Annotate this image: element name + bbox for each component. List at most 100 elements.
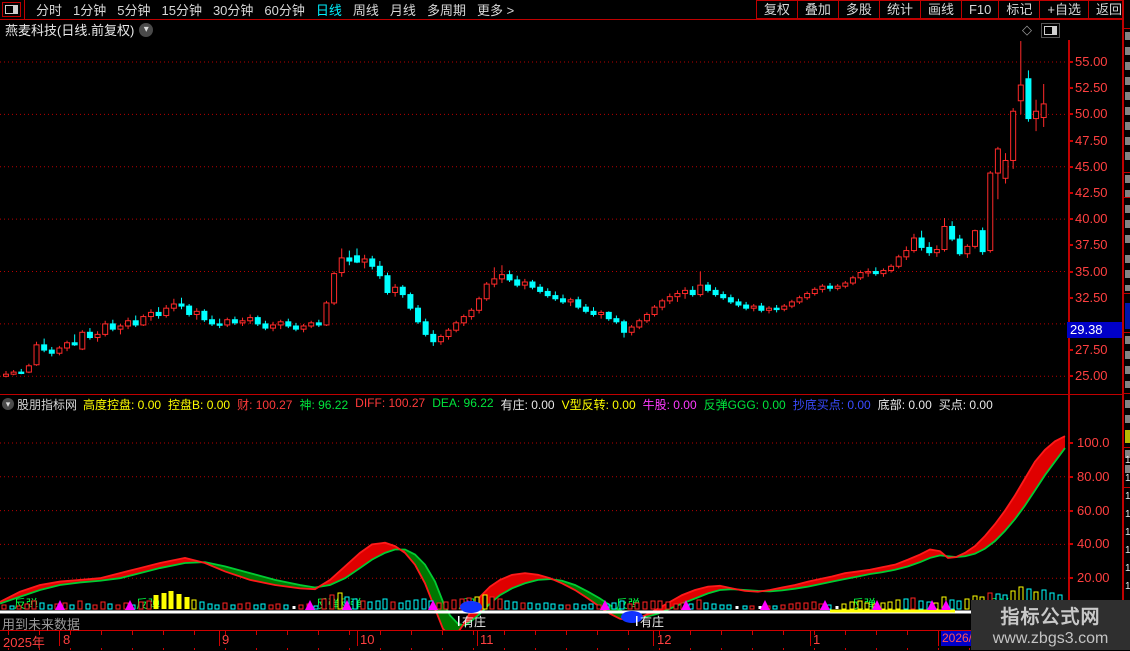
panel-divider bbox=[0, 394, 1122, 395]
chevron-down-icon[interactable]: ▾ bbox=[139, 22, 154, 37]
minor-tick bbox=[907, 631, 908, 635]
price-axis-label: 45.00 bbox=[1075, 158, 1108, 174]
indicator-value: V型反转: 0.00 bbox=[561, 397, 636, 412]
price-axis-label: 35.00 bbox=[1075, 263, 1108, 279]
title-bar: 燕麦科技(日线.前复权) ▾ ◇ bbox=[0, 19, 1122, 40]
time-axis[interactable]: 2025年 8 9 10 11 12 1 2026/ bbox=[0, 630, 1122, 650]
candlestick-chart[interactable] bbox=[0, 40, 1122, 395]
toolbar-button[interactable]: 复权 bbox=[755, 0, 798, 19]
toolbar-button[interactable]: 多股 bbox=[837, 0, 880, 19]
divider bbox=[1124, 293, 1130, 294]
month-tick bbox=[810, 631, 811, 646]
period-item[interactable]: 60分钟 bbox=[264, 0, 304, 19]
minor-tick bbox=[752, 631, 753, 635]
toolbar-button[interactable]: +自选 bbox=[1039, 0, 1089, 19]
period-item[interactable]: 周线 bbox=[353, 0, 379, 19]
divider bbox=[1124, 197, 1130, 198]
split-view-icon[interactable] bbox=[1041, 22, 1060, 38]
chevron-down-icon[interactable]: ▾ bbox=[2, 398, 14, 410]
divider bbox=[1124, 28, 1130, 29]
indicator-axis-label: 80.00 bbox=[1077, 468, 1110, 484]
row-number: 1 bbox=[1125, 545, 1130, 556]
period-item[interactable]: 30分钟 bbox=[213, 0, 253, 19]
period-item[interactable]: 分时 bbox=[36, 0, 62, 19]
minor-tick bbox=[597, 631, 598, 635]
indicator-value: 控盘B: 0.00 bbox=[168, 397, 231, 412]
price-axis-label: 42.50 bbox=[1075, 184, 1108, 200]
divider bbox=[1124, 487, 1130, 488]
split-window-icon[interactable] bbox=[2, 2, 21, 17]
price-axis-label: 40.00 bbox=[1075, 211, 1108, 227]
toolbar-button[interactable]: 叠加 bbox=[796, 0, 839, 19]
toolbar-button[interactable]: 标记 bbox=[998, 0, 1041, 19]
period-item[interactable]: 日线 bbox=[316, 0, 342, 19]
minor-tick bbox=[628, 631, 629, 635]
time-axis-label: 11 bbox=[480, 632, 494, 647]
price-axis-label: 32.50 bbox=[1075, 289, 1108, 305]
diamond-icon[interactable]: ◇ bbox=[1022, 22, 1032, 38]
indicator-value: 底部: 0.00 bbox=[877, 397, 932, 412]
toolbar-button[interactable]: F10 bbox=[960, 0, 1000, 19]
toolbar-button[interactable]: 统计 bbox=[878, 0, 921, 19]
minor-tick bbox=[380, 631, 381, 635]
indicator-value: 牛股: 0.00 bbox=[642, 397, 697, 412]
price-axis-label: 37.50 bbox=[1075, 237, 1108, 253]
indicator-axis-label: 60.00 bbox=[1077, 502, 1110, 518]
panel-fragment bbox=[1125, 336, 1130, 388]
minor-tick bbox=[101, 631, 102, 635]
row-number: 1 bbox=[1125, 527, 1130, 538]
minor-tick bbox=[876, 631, 877, 635]
period-item[interactable]: 5分钟 bbox=[117, 0, 150, 19]
indicator-values: 高度控盘: 0.00 控盘B: 0.00 财: 100.27 神: 96.22 DIFF… bbox=[83, 396, 1000, 412]
time-axis-label: 1 bbox=[813, 632, 821, 647]
period-menu: 分时 1分钟 5分钟 15分钟 30分钟 60分钟 日线 周线 月线 多周期 更多 > bbox=[25, 0, 514, 19]
minor-tick bbox=[287, 631, 288, 635]
indicator-value: 财: 100.27 bbox=[237, 397, 293, 412]
indicator-axis-label: 20.00 bbox=[1077, 570, 1110, 586]
month-tick bbox=[357, 631, 358, 646]
row-number: 1 bbox=[1125, 491, 1130, 502]
axis-tick bbox=[1068, 475, 1073, 478]
minor-tick bbox=[566, 631, 567, 635]
indicator-chart[interactable]: 反弹反弹反弹反弹反弹反弹反弹反弹有庄有庄 bbox=[0, 412, 1122, 630]
indicator-value: 有庄: 0.00 bbox=[500, 397, 555, 412]
axis-tick bbox=[1068, 543, 1073, 546]
row-number: 1 bbox=[1125, 473, 1130, 484]
indicator-axis-label: 100.0 bbox=[1077, 435, 1110, 450]
panel-fragment bbox=[1125, 32, 1130, 162]
price-axis-label: 52.50 bbox=[1075, 80, 1108, 96]
axis-tick bbox=[1068, 577, 1073, 580]
indicator-value: 高度控盘: 0.00 bbox=[83, 397, 162, 412]
last-price-label: 29.38 bbox=[1067, 322, 1122, 338]
watermark: 指标公式网 www.zbgs3.com bbox=[971, 600, 1130, 650]
minor-tick bbox=[690, 631, 691, 635]
indicator-value: 神: 96.22 bbox=[299, 397, 349, 412]
rebound-label: 反弹 bbox=[316, 597, 340, 611]
minor-tick bbox=[132, 631, 133, 635]
panel-fragment bbox=[1125, 255, 1130, 291]
rebound-label: 反弹 bbox=[852, 597, 876, 611]
right-panel-edge[interactable]: 1 1 1 1 1 1 1 1 bbox=[1122, 0, 1130, 650]
minor-tick bbox=[783, 631, 784, 635]
period-item[interactable]: 15分钟 bbox=[161, 0, 201, 19]
minor-tick bbox=[442, 631, 443, 635]
minor-tick bbox=[411, 631, 412, 635]
toolbar-button[interactable]: 画线 bbox=[919, 0, 962, 19]
indicator-header: ▾ 股朋指标网 高度控盘: 0.00 控盘B: 0.00 财: 100.27 神: 9… bbox=[0, 396, 1122, 412]
period-item[interactable]: 1分钟 bbox=[73, 0, 106, 19]
current-date-label: 2026/ bbox=[941, 631, 973, 646]
month-tick bbox=[477, 631, 478, 646]
period-item[interactable]: 更多 > bbox=[477, 0, 514, 19]
period-item[interactable]: 多周期 bbox=[427, 0, 466, 19]
period-item[interactable]: 月线 bbox=[390, 0, 416, 19]
axis-tick bbox=[1068, 442, 1073, 444]
minor-tick bbox=[194, 631, 195, 635]
minor-tick bbox=[845, 631, 846, 635]
row-number: 1 bbox=[1125, 563, 1130, 574]
month-tick bbox=[219, 631, 220, 646]
axis-tick bbox=[1068, 509, 1073, 512]
future-data-note: 用到未来数据 bbox=[2, 617, 81, 632]
indicator-value: DEA: 96.22 bbox=[432, 396, 494, 410]
row-number: 1 bbox=[1125, 509, 1130, 520]
panel-fragment bbox=[1125, 303, 1130, 329]
